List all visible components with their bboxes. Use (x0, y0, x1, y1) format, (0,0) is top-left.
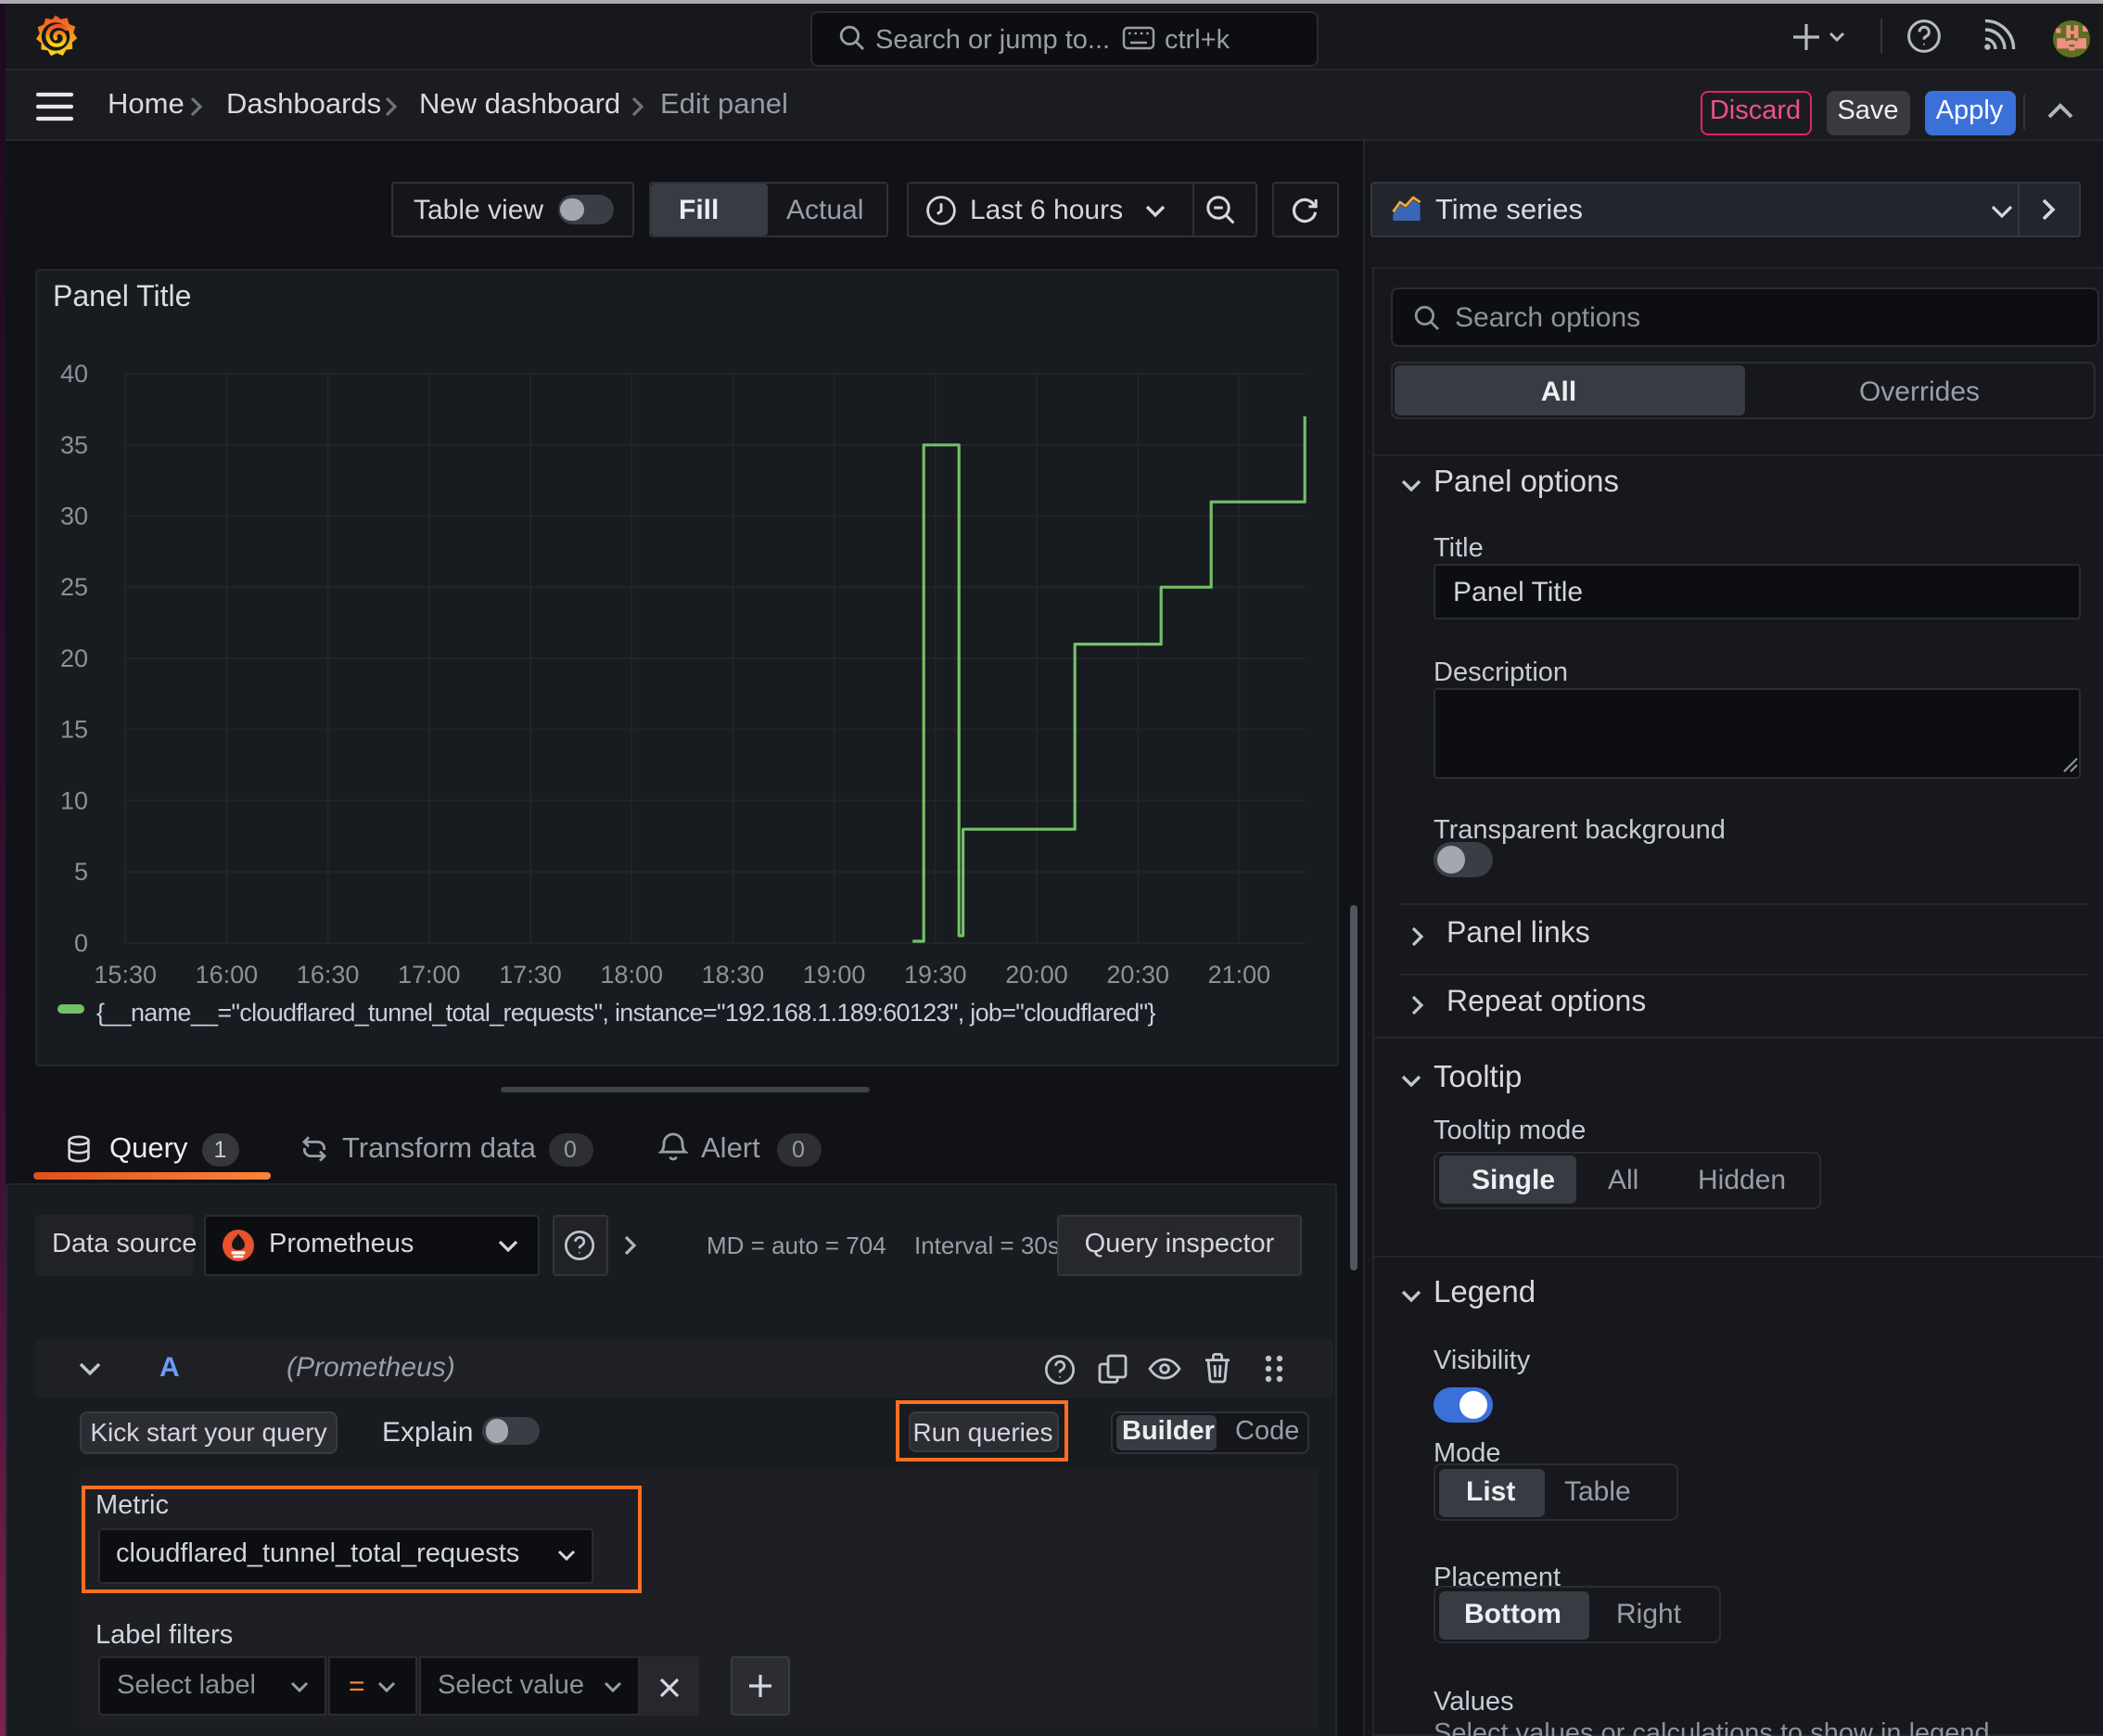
svg-text:20:00: 20:00 (1004, 960, 1067, 988)
svg-text:5: 5 (73, 857, 87, 885)
svg-text:16:00: 16:00 (195, 960, 258, 988)
svg-text:15: 15 (59, 715, 87, 743)
svg-text:25: 25 (59, 572, 87, 600)
svg-text:15:30: 15:30 (93, 960, 156, 988)
svg-text:17:00: 17:00 (397, 960, 460, 988)
svg-text:{__name__="cloudflared_tunnel_: {__name__="cloudflared_tunnel_total_requ… (96, 998, 1154, 1026)
svg-text:20:30: 20:30 (1105, 960, 1168, 988)
svg-text:40: 40 (59, 359, 87, 387)
svg-text:16:30: 16:30 (296, 960, 359, 988)
svg-text:17:30: 17:30 (498, 960, 561, 988)
svg-text:19:30: 19:30 (903, 960, 966, 988)
svg-text:20: 20 (59, 644, 87, 671)
svg-text:18:30: 18:30 (701, 960, 764, 988)
svg-text:35: 35 (59, 430, 87, 458)
svg-text:10: 10 (59, 785, 87, 813)
svg-text:21:00: 21:00 (1207, 960, 1270, 988)
svg-text:18:00: 18:00 (599, 960, 662, 988)
svg-text:0: 0 (73, 928, 87, 956)
svg-text:19:00: 19:00 (802, 960, 865, 988)
svg-text:30: 30 (59, 501, 87, 529)
